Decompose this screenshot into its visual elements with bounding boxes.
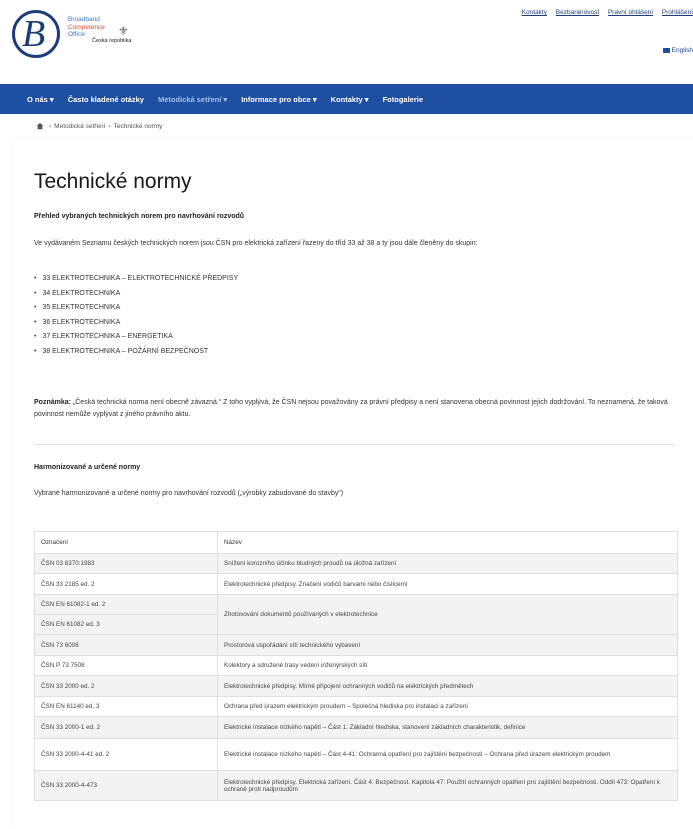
- list-item: 38 ELEKTROTECHNIKA – POŽÁRNÍ BEZPEČNOST: [34, 345, 238, 360]
- table-row: ČSN P 73 7508 Kolektory a sdružené trasy…: [34, 655, 678, 676]
- table-header-row: Označení Název: [34, 531, 678, 554]
- cell-name: Elektrotechnické předpisy. Mírné připoje…: [217, 675, 678, 697]
- table-row: ČSN 33 2000 ed. 2 Elektrotechnické předp…: [34, 675, 678, 697]
- nav-item-methodology[interactable]: Metodická setření ▾: [158, 95, 227, 104]
- cell-name: Elektrické instalace nízkého napětí – Čá…: [217, 738, 678, 771]
- cell-code: ČSN 33 2000-4-41 ed. 2: [34, 738, 218, 771]
- cell-name: Zhotovování dokumentů používaných v elek…: [217, 594, 678, 635]
- section-divider: [34, 444, 676, 445]
- language-switch[interactable]: English: [662, 47, 693, 54]
- site-header: B Broadband Competence Office ⚜ Česká re…: [0, 0, 693, 84]
- top-link-declaration[interactable]: Prohlášení: [662, 9, 693, 16]
- nav-item-contacts[interactable]: Kontakty ▾: [331, 95, 369, 104]
- top-links: Kontakty Bezbariérovost Pravní ohlášení …: [515, 9, 693, 16]
- section-intro: Vybrané harmonizované a určené normy pro…: [34, 490, 344, 497]
- top-link-accessibility[interactable]: Bezbariérovost: [556, 9, 599, 16]
- cell-code: ČSN 33 2000-4-473: [34, 770, 218, 801]
- table-row: ČSN EN 61140 ed. 3 Ochrana před úrazem e…: [34, 696, 678, 717]
- norms-table: Označení Název ČSN 03 8370:1983 Snížení …: [34, 531, 678, 801]
- table-row: ČSN 33 2000-4-473 Elektrotechnické předp…: [34, 770, 678, 801]
- main-nav: O nás ▾ Často kladené otázky Metodická s…: [0, 84, 693, 114]
- note-paragraph: Poznámka: „Česká technická norma není ob…: [34, 397, 674, 421]
- cell-name: Elektrotechnické předpisy. Elektrická za…: [217, 770, 678, 801]
- table-row: ČSN 03 8370:1983 Snížení korozního účink…: [34, 553, 678, 574]
- site-logo[interactable]: B Broadband Competence Office ⚜ Česká re…: [12, 10, 172, 70]
- cell-code: ČSN EN 61082 ed. 3: [34, 614, 218, 635]
- breadcrumb-item-methodology[interactable]: Metodická setření: [54, 123, 105, 130]
- column-header-name: Název: [217, 531, 678, 554]
- logo-line-2: Competence: [68, 23, 105, 31]
- cell-name: Ochrana před úrazem elektrickým proudem …: [217, 696, 678, 717]
- category-list: 33 ELEKTROTECHNIKA – ELEKTROTECHNICKÉ PŘ…: [34, 272, 238, 360]
- page-title: Technické normy: [34, 170, 192, 193]
- nav-item-municipalities[interactable]: Informace pro obce ▾: [241, 95, 316, 104]
- nav-item-about[interactable]: O nás ▾: [27, 95, 54, 104]
- nav-item-gallery[interactable]: Fotogalerie: [383, 95, 423, 104]
- note-text: „Česká technická norma není obecně závaz…: [34, 399, 668, 418]
- cell-code: ČSN EN 61082-1 ed. 2: [34, 594, 218, 615]
- flag-icon: [662, 47, 670, 53]
- table-row: ČSN 33 2185 ed. 2 Elektrotechnické předp…: [34, 573, 678, 595]
- list-item: 35 ELEKTROTECHNIKA: [34, 301, 238, 316]
- section-title: Harmonizované a určené normy: [34, 464, 141, 471]
- top-link-legal[interactable]: Pravní ohlášení: [608, 9, 653, 16]
- logo-country: Česká republika: [92, 38, 132, 44]
- cell-code: ČSN P 73 7508: [34, 655, 218, 676]
- cell-code: ČSN 03 8370:1983: [34, 553, 218, 574]
- cell-code: ČSN 33 2000-1 ed. 2: [34, 716, 218, 739]
- logo-line-1: Broadband: [68, 16, 100, 23]
- cell-code: ČSN EN 61140 ed. 3: [34, 696, 218, 717]
- note-label: Poznámka:: [34, 399, 71, 406]
- table-row: ČSN 33 2000-4-41 ed. 2 Elektrické instal…: [34, 738, 678, 771]
- table-row: ČSN 73 6006 Prostorová uspořádání sítí t…: [34, 634, 678, 656]
- cell-code: ČSN 33 2000 ed. 2: [34, 675, 218, 697]
- cell-code: ČSN 73 6006: [34, 634, 218, 656]
- cell-name: Prostorová uspořádání sítí technického v…: [217, 634, 678, 656]
- list-item: 33 ELEKTROTECHNIKA – ELEKTROTECHNICKÉ PŘ…: [34, 272, 238, 287]
- breadcrumb-item-current: Technické normy: [113, 122, 163, 130]
- top-link-contacts[interactable]: Kontakty: [522, 9, 547, 16]
- list-item: 36 ELEKTROTECHNIKA: [34, 316, 238, 331]
- home-icon[interactable]: [36, 122, 44, 130]
- table-row: ČSN 33 2000-1 ed. 2 Elektrické instalace…: [34, 716, 678, 739]
- logo-letter: B: [22, 13, 46, 55]
- page-subtitle: Přehled vybraných technických norem pro …: [34, 213, 245, 220]
- cell-name: Elektrotechnické předpisy. Značení vodič…: [217, 573, 678, 595]
- intro-text: Ve vydávaném Seznamu českých technických…: [34, 240, 478, 247]
- cell-name: Elektrické instalace nízkého napětí – Čá…: [217, 716, 678, 739]
- cell-name: Snížení korozního účinku bludných proudů…: [217, 553, 678, 574]
- list-item: 37 ELEKTROTECHNIKA – ENERGETIKA: [34, 330, 238, 345]
- nav-item-faq[interactable]: Často kladené otázky: [68, 95, 144, 104]
- column-header-code: Označení: [34, 531, 218, 554]
- cell-code: ČSN 33 2185 ed. 2: [34, 573, 218, 595]
- breadcrumb: › Metodická setření › Technické normy: [36, 122, 162, 130]
- logo-text: Broadband Competence Office: [68, 16, 105, 39]
- crest-icon: ⚜: [118, 24, 129, 38]
- table-row: ČSN EN 61082-1 ed. 2 Zhotovování dokumen…: [34, 594, 678, 635]
- language-label: English: [671, 47, 693, 54]
- cell-name: Kolektory a sdružené trasy vedení inžený…: [217, 655, 678, 676]
- list-item: 34 ELEKTROTECHNIKA: [34, 287, 238, 302]
